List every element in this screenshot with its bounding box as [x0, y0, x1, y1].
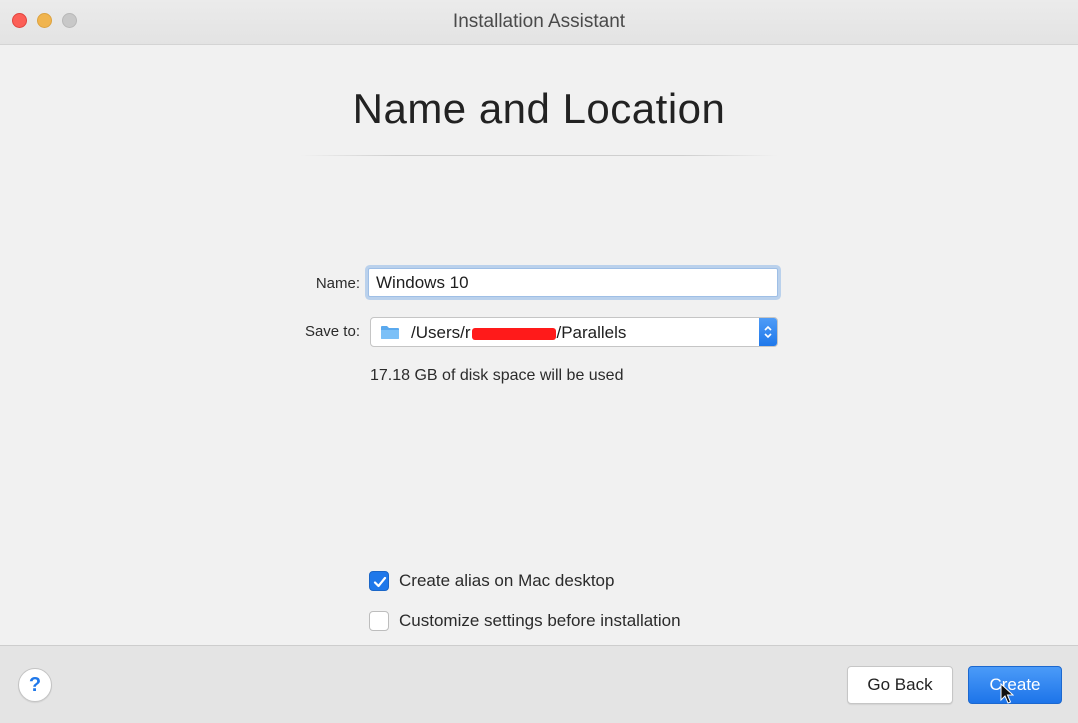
name-label: Name: — [315, 275, 360, 292]
go-back-button[interactable]: Go Back — [847, 666, 953, 704]
footer-bar: ? Go Back Create — [0, 645, 1078, 723]
installation-assistant-window: Installation Assistant Name and Location… — [0, 0, 1078, 723]
stepper-icon[interactable] — [759, 318, 777, 346]
folder-icon — [380, 325, 400, 340]
customize-settings-label: Customize settings before installation — [399, 611, 681, 630]
title-bar: Installation Assistant — [0, 0, 1078, 45]
path-prefix: /Users/r — [411, 323, 471, 342]
customize-settings-checkbox[interactable] — [369, 611, 389, 631]
title-divider — [300, 155, 778, 156]
checkmark-icon — [373, 576, 387, 588]
create-alias-label: Create alias on Mac desktop — [399, 571, 615, 590]
help-icon: ? — [28, 674, 42, 696]
disk-space-info: 17.18 GB of disk space will be used — [370, 367, 624, 384]
page-title: Name and Location — [352, 85, 726, 132]
save-to-label: Save to: — [304, 323, 360, 340]
save-location-select[interactable]: /Users/r/Parallels — [370, 317, 778, 347]
path-suffix: /Parallels — [556, 323, 627, 342]
help-button[interactable]: ? — [18, 668, 52, 702]
save-path: /Users/r/Parallels — [411, 323, 626, 343]
create-button[interactable]: Create — [968, 666, 1062, 704]
window-title: Installation Assistant — [452, 11, 626, 32]
cursor-icon — [1000, 682, 1015, 710]
main-content: Name and Location Name: Save to: /Users/… — [0, 45, 1078, 645]
create-alias-checkbox[interactable] — [369, 571, 389, 591]
redacted-username — [471, 327, 556, 340]
name-input[interactable] — [368, 268, 778, 297]
